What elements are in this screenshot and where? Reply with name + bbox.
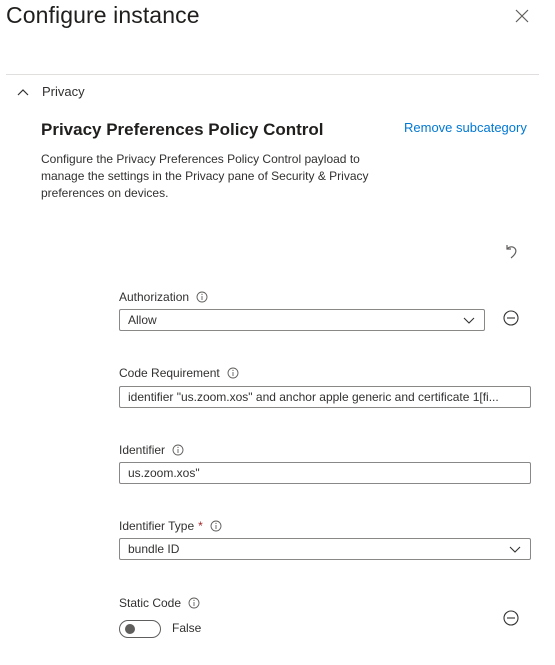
identifier-value: us.zoom.xos"	[128, 466, 200, 480]
identifier-type-label: Identifier Type *	[119, 519, 222, 533]
authorization-dropdown[interactable]: Allow	[119, 309, 485, 331]
section-label: Privacy	[42, 84, 85, 99]
undo-button[interactable]	[502, 242, 520, 260]
undo-icon	[506, 245, 517, 259]
chevron-down-icon	[509, 546, 521, 553]
remove-authorization-button[interactable]	[502, 309, 520, 327]
identifier-type-dropdown[interactable]: bundle ID	[119, 538, 531, 560]
static-code-label-text: Static Code	[119, 596, 182, 610]
toggle-knob	[125, 624, 135, 634]
info-icon[interactable]	[172, 444, 184, 456]
identifier-label-text: Identifier	[119, 443, 166, 457]
info-icon[interactable]	[227, 367, 239, 379]
static-code-state: False	[172, 621, 202, 635]
subcategory-description: Configure the Privacy Preferences Policy…	[41, 152, 369, 200]
code-requirement-input[interactable]: identifier "us.zoom.xos" and anchor appl…	[119, 386, 531, 408]
close-icon	[515, 9, 529, 23]
close-button[interactable]	[512, 6, 532, 26]
info-icon[interactable]	[210, 520, 222, 532]
remove-static-code-button[interactable]	[502, 609, 520, 627]
section-toggle-privacy[interactable]: Privacy	[16, 84, 85, 99]
authorization-label-text: Authorization	[119, 290, 190, 304]
static-code-label: Static Code	[119, 596, 200, 610]
minus-circle-icon	[503, 610, 519, 626]
info-icon[interactable]	[196, 291, 208, 303]
header-divider	[6, 74, 539, 75]
info-icon[interactable]	[188, 597, 200, 609]
minus-circle-icon	[503, 310, 519, 326]
authorization-value: Allow	[128, 313, 157, 327]
identifier-input[interactable]: us.zoom.xos"	[119, 462, 531, 484]
chevron-down-icon	[463, 317, 475, 324]
static-code-toggle[interactable]	[119, 620, 161, 638]
remove-subcategory-link[interactable]: Remove subcategory	[404, 120, 527, 135]
identifier-label: Identifier	[119, 443, 184, 457]
subcategory-title: Privacy Preferences Policy Control	[41, 120, 324, 139]
code-requirement-label: Code Requirement	[119, 366, 239, 380]
code-requirement-label-text: Code Requirement	[119, 366, 220, 380]
chevron-up-icon	[17, 88, 29, 95]
identifier-type-label-text: Identifier Type	[119, 519, 195, 533]
code-requirement-value: identifier "us.zoom.xos" and anchor appl…	[128, 390, 499, 404]
panel-title: Configure instance	[6, 2, 200, 28]
authorization-label: Authorization	[119, 290, 208, 304]
identifier-type-value: bundle ID	[128, 542, 180, 556]
required-marker: *	[198, 519, 203, 533]
